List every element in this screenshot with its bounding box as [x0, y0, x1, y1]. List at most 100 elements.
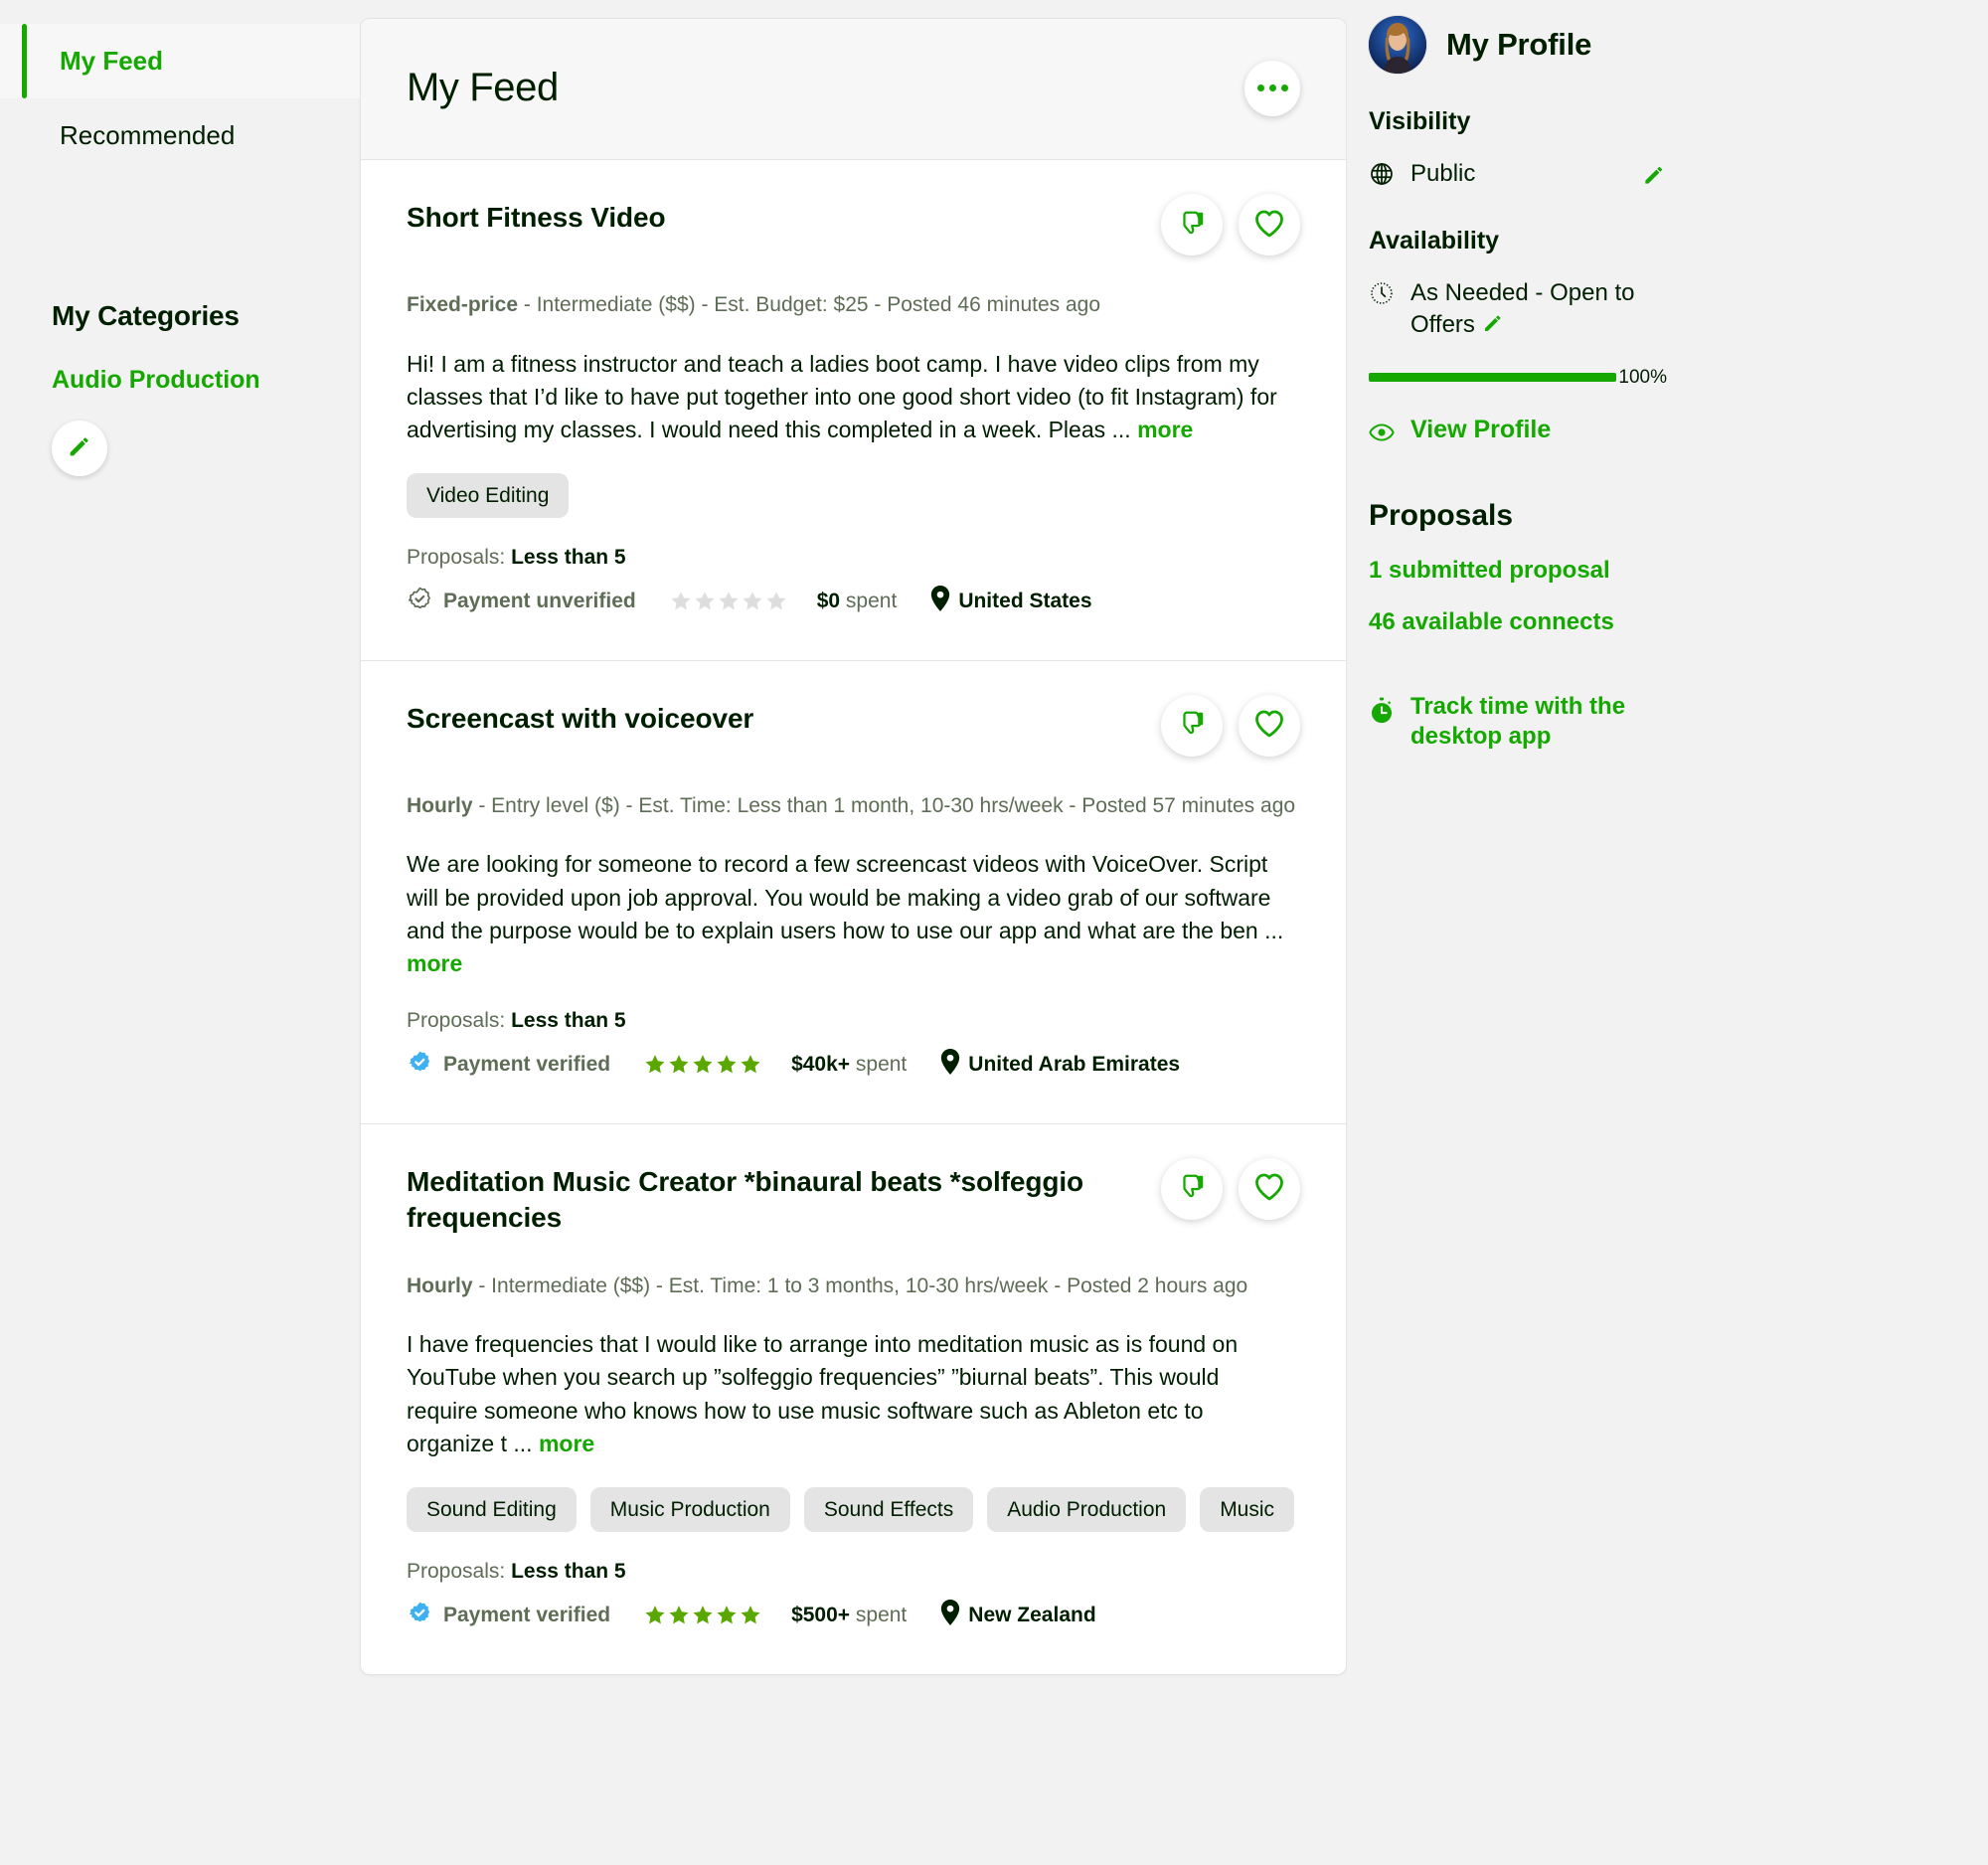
eye-icon — [1369, 420, 1395, 453]
proposals-label: Proposals: — [407, 1559, 512, 1583]
more-link[interactable]: more — [407, 950, 462, 976]
more-link[interactable]: more — [539, 1431, 594, 1456]
available-connects-link[interactable]: 46 available connects — [1369, 608, 1988, 636]
client-location: United Arab Emirates — [940, 1049, 1180, 1081]
save-job-button[interactable] — [1239, 194, 1300, 255]
job-proposals: Proposals: Less than 5 — [407, 1009, 1300, 1033]
globe-icon — [1369, 161, 1395, 192]
job-card[interactable]: Short Fitness Video Fixed-price - Interm… — [361, 160, 1346, 661]
proposals-heading: Proposals — [1369, 499, 1514, 533]
job-stats: Payment unverified $0 spent United State… — [407, 586, 1300, 618]
spent-amount: $40k+ — [791, 1053, 851, 1077]
ellipsis-icon-dot — [1280, 85, 1288, 91]
job-card-header: Meditation Music Creator *binaural beats… — [407, 1157, 1300, 1237]
sidebar-item-label: Recommended — [60, 120, 236, 150]
dislike-button[interactable] — [1161, 1157, 1223, 1220]
avatar[interactable] — [1369, 16, 1426, 74]
job-tag[interactable]: Sound Effects — [803, 1486, 974, 1532]
job-tag[interactable]: Video Editing — [407, 472, 570, 518]
location-label: United Arab Emirates — [968, 1053, 1181, 1077]
more-link[interactable]: more — [1137, 417, 1193, 442]
client-spent: $500+ spent — [791, 1604, 907, 1627]
job-title[interactable]: Short Fitness Video — [407, 200, 666, 236]
profile-header: My Profile — [1369, 16, 1988, 74]
visibility-value: Public — [1410, 160, 1476, 187]
job-meta: Fixed-price - Intermediate ($$) - Est. B… — [407, 289, 1296, 322]
save-job-button[interactable] — [1239, 694, 1300, 757]
view-profile-link[interactable]: View Profile — [1369, 415, 1677, 453]
availability-heading: Availability — [1369, 227, 1500, 254]
profile-completeness: 100% — [1369, 367, 1667, 389]
payment-status-label: Payment verified — [443, 1604, 611, 1627]
location-label: United States — [958, 590, 1092, 613]
proposals-label: Proposals: — [407, 545, 512, 569]
feed-header: My Feed — [361, 19, 1346, 160]
job-description-text: I have frequencies that I would like to … — [407, 1331, 1239, 1457]
job-actions — [1161, 694, 1300, 757]
job-card[interactable]: Meditation Music Creator *binaural beats… — [361, 1124, 1346, 1674]
edit-availability-button[interactable] — [1481, 311, 1505, 344]
visibility-heading: Visibility — [1369, 107, 1471, 135]
client-spent: $0 spent — [817, 590, 898, 613]
feed-panel: My Feed Short Fitness Video Fixed-price … — [360, 18, 1347, 1675]
heart-icon — [1253, 709, 1285, 742]
ellipsis-icon-dot — [1268, 85, 1276, 91]
client-location: United States — [930, 586, 1092, 617]
job-meta-rest: - Entry level ($) - Est. Time: Less than… — [472, 793, 1296, 817]
job-title[interactable]: Meditation Music Creator *binaural beats… — [407, 1164, 1092, 1237]
job-tag[interactable]: Audio Production — [987, 1486, 1187, 1532]
job-stats: Payment verified $40k+ spent United Arab… — [407, 1049, 1300, 1082]
completeness-percent: 100% — [1618, 366, 1667, 388]
job-tag[interactable]: Music Production — [589, 1486, 790, 1532]
sidebar-item-recommended[interactable]: Recommended — [0, 98, 360, 173]
spent-amount: $500+ — [791, 1604, 851, 1627]
view-profile-label: View Profile — [1410, 415, 1552, 443]
dislike-button[interactable] — [1161, 194, 1223, 255]
job-card[interactable]: Screencast with voiceover Hourly - Entry… — [361, 661, 1346, 1124]
edit-categories-button[interactable] — [52, 421, 107, 476]
job-description: We are looking for someone to record a f… — [407, 848, 1296, 980]
job-card-header: Screencast with voiceover — [407, 694, 1300, 757]
feed-menu-button[interactable] — [1244, 60, 1300, 116]
spent-suffix: spent — [840, 590, 898, 613]
payment-unverified-icon — [407, 586, 433, 618]
job-title[interactable]: Screencast with voiceover — [407, 701, 753, 737]
location-pin-icon — [930, 586, 950, 617]
save-job-button[interactable] — [1239, 1157, 1300, 1220]
sidebar-item-my-feed[interactable]: My Feed — [0, 24, 360, 98]
thumbs-down-icon — [1177, 209, 1207, 242]
availability-value: As Needed - Open to Offers — [1410, 277, 1667, 345]
proposals-value: Less than 5 — [511, 1008, 626, 1032]
category-audio-production[interactable]: Audio Production — [52, 366, 260, 395]
track-time-link[interactable]: Track time with the desktop app — [1369, 692, 1677, 752]
app-root: My Feed Recommended My Categories Audio … — [0, 0, 1988, 1865]
proposals-value: Less than 5 — [511, 1559, 626, 1583]
dislike-button[interactable] — [1161, 694, 1223, 757]
job-actions — [1161, 194, 1300, 255]
thumbs-down-icon — [1177, 1172, 1207, 1205]
job-tag[interactable]: Sound Editing — [407, 1486, 577, 1532]
job-description: Hi! I am a fitness instructor and teach … — [407, 348, 1296, 447]
payment-status: Payment unverified — [407, 586, 636, 618]
left-sidebar: My Feed Recommended My Categories Audio … — [0, 0, 360, 1865]
location-label: New Zealand — [968, 1604, 1096, 1627]
track-time-label: Track time with the desktop app — [1410, 693, 1626, 751]
job-type: Hourly — [407, 793, 473, 817]
spent-suffix: spent — [850, 1053, 908, 1077]
my-categories-heading: My Categories — [52, 300, 240, 331]
job-tag[interactable]: Music — [1200, 1486, 1295, 1532]
job-meta-rest: - Intermediate ($$) - Est. Time: 1 to 3 … — [472, 1273, 1248, 1297]
job-card-header: Short Fitness Video — [407, 194, 1300, 255]
payment-status-label: Payment verified — [443, 1053, 611, 1077]
profile-sidebar: My Profile Visibility Public Availabilit… — [1347, 0, 1988, 1865]
profile-title: My Profile — [1446, 27, 1592, 62]
edit-visibility-button[interactable] — [1641, 158, 1667, 193]
job-description-text: We are looking for someone to record a f… — [407, 851, 1284, 944]
client-rating — [670, 591, 787, 612]
job-type: Fixed-price — [407, 293, 519, 316]
payment-verified-icon — [407, 1049, 433, 1082]
stopwatch-icon — [1369, 697, 1395, 733]
submitted-proposals-link[interactable]: 1 submitted proposal — [1369, 557, 1988, 585]
job-meta-rest: - Intermediate ($$) - Est. Budget: $25 -… — [518, 293, 1101, 316]
client-rating — [644, 1054, 761, 1076]
